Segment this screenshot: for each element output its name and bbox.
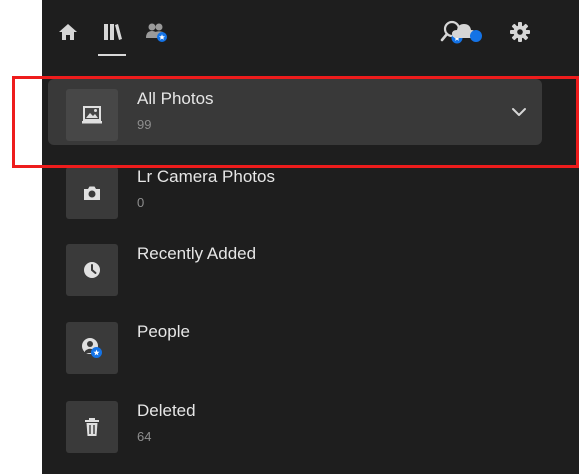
- gear-icon[interactable]: [506, 18, 534, 46]
- chevron-down-icon[interactable]: [510, 103, 528, 121]
- album-label: Recently Added: [137, 244, 257, 263]
- library-icon[interactable]: [98, 18, 126, 46]
- album-label: People: [137, 322, 190, 341]
- album-row-deleted[interactable]: Deleted 64: [48, 391, 542, 457]
- cloud-sync-icon[interactable]: [447, 18, 487, 46]
- album-row-recently-added[interactable]: Recently Added: [48, 234, 542, 300]
- shared-people-icon[interactable]: [142, 18, 170, 46]
- person-icon: [66, 322, 118, 374]
- trash-icon: [66, 401, 118, 453]
- album-count: 0: [137, 195, 145, 210]
- active-tab-indicator: [98, 54, 126, 56]
- library-panel: All Photos 99 Lr Camera Photos 0 Recentl…: [42, 0, 579, 474]
- top-toolbar: [42, 0, 579, 64]
- album-label: Lr Camera Photos: [137, 167, 275, 186]
- clock-icon: [66, 244, 118, 296]
- album-count: 64: [137, 429, 152, 444]
- album-row-all-photos[interactable]: All Photos 99: [48, 79, 542, 145]
- album-label: All Photos: [137, 89, 214, 108]
- photo-icon: [66, 89, 118, 141]
- album-row-lr-camera-photos[interactable]: Lr Camera Photos 0: [48, 157, 542, 223]
- camera-icon: [66, 167, 118, 219]
- album-count: 99: [137, 117, 152, 132]
- album-row-people[interactable]: People: [48, 312, 542, 378]
- home-icon[interactable]: [54, 18, 82, 46]
- album-label: Deleted: [137, 401, 196, 420]
